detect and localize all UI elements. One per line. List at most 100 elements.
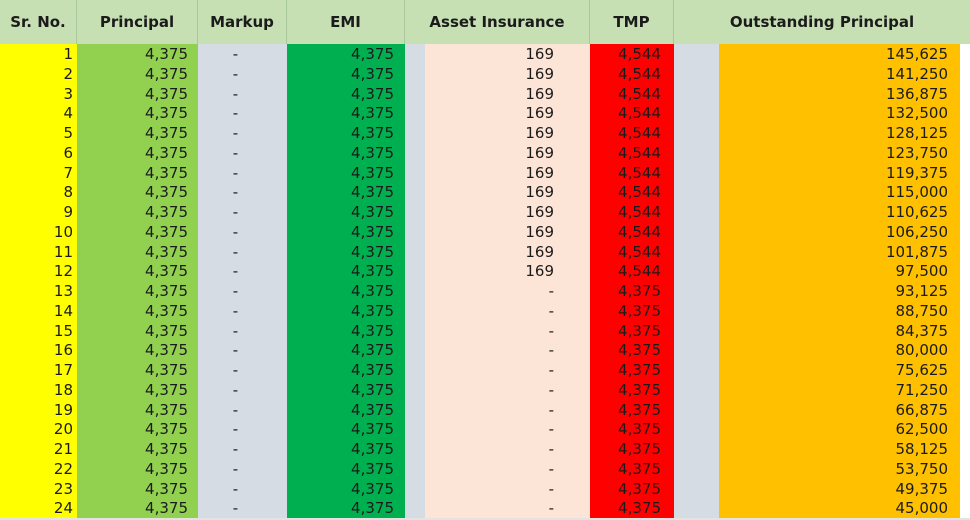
cell-tmp[interactable]: 4,544: [590, 64, 665, 84]
cell-emi[interactable]: 4,375: [287, 242, 398, 262]
cell-emi[interactable]: 4,375: [287, 222, 398, 242]
cell-principal[interactable]: 4,375: [77, 400, 192, 420]
cell-principal[interactable]: 4,375: [77, 459, 192, 479]
cell-outstanding-principal[interactable]: 110,625: [719, 202, 952, 222]
cell-outstanding-principal[interactable]: 119,375: [719, 163, 952, 183]
cell-markup[interactable]: -: [198, 301, 287, 321]
cell-markup[interactable]: -: [198, 360, 287, 380]
cell-markup[interactable]: -: [198, 400, 287, 420]
cell-asset-insurance[interactable]: -: [425, 498, 558, 518]
cell-outstanding-principal[interactable]: 88,750: [719, 301, 952, 321]
cell-emi[interactable]: 4,375: [287, 439, 398, 459]
cell-outstanding-principal[interactable]: 93,125: [719, 281, 952, 301]
cell-principal[interactable]: 4,375: [77, 261, 192, 281]
cell-principal[interactable]: 4,375: [77, 202, 192, 222]
cell-sr-no[interactable]: 2: [0, 64, 77, 84]
cell-markup[interactable]: -: [198, 321, 287, 341]
cell-tmp[interactable]: 4,544: [590, 202, 665, 222]
cell-principal[interactable]: 4,375: [77, 182, 192, 202]
header-principal[interactable]: Principal: [77, 0, 198, 44]
cell-principal[interactable]: 4,375: [77, 163, 192, 183]
cell-outstanding-principal[interactable]: 66,875: [719, 400, 952, 420]
cell-emi[interactable]: 4,375: [287, 163, 398, 183]
cell-emi[interactable]: 4,375: [287, 340, 398, 360]
cell-emi[interactable]: 4,375: [287, 103, 398, 123]
cell-sr-no[interactable]: 18: [0, 380, 77, 400]
cell-emi[interactable]: 4,375: [287, 84, 398, 104]
cell-sr-no[interactable]: 6: [0, 143, 77, 163]
cell-sr-no[interactable]: 11: [0, 242, 77, 262]
cell-principal[interactable]: 4,375: [77, 360, 192, 380]
cell-markup[interactable]: -: [198, 103, 287, 123]
cell-asset-insurance[interactable]: -: [425, 380, 558, 400]
cell-emi[interactable]: 4,375: [287, 281, 398, 301]
cell-tmp[interactable]: 4,544: [590, 222, 665, 242]
cell-sr-no[interactable]: 12: [0, 261, 77, 281]
cell-sr-no[interactable]: 8: [0, 182, 77, 202]
cell-markup[interactable]: -: [198, 261, 287, 281]
cell-outstanding-principal[interactable]: 115,000: [719, 182, 952, 202]
cell-emi[interactable]: 4,375: [287, 321, 398, 341]
cell-emi[interactable]: 4,375: [287, 261, 398, 281]
cell-sr-no[interactable]: 9: [0, 202, 77, 222]
cell-outstanding-principal[interactable]: 75,625: [719, 360, 952, 380]
cell-asset-insurance[interactable]: 169: [425, 84, 558, 104]
cell-principal[interactable]: 4,375: [77, 301, 192, 321]
cell-markup[interactable]: -: [198, 242, 287, 262]
cell-markup[interactable]: -: [198, 44, 287, 64]
cell-outstanding-principal[interactable]: 62,500: [719, 419, 952, 439]
cell-asset-insurance[interactable]: 169: [425, 242, 558, 262]
cell-principal[interactable]: 4,375: [77, 103, 192, 123]
header-markup[interactable]: Markup: [198, 0, 287, 44]
cell-asset-insurance[interactable]: -: [425, 419, 558, 439]
cell-principal[interactable]: 4,375: [77, 479, 192, 499]
cell-markup[interactable]: -: [198, 419, 287, 439]
cell-outstanding-principal[interactable]: 71,250: [719, 380, 952, 400]
cell-sr-no[interactable]: 5: [0, 123, 77, 143]
cell-asset-insurance[interactable]: -: [425, 360, 558, 380]
cell-sr-no[interactable]: 16: [0, 340, 77, 360]
cell-tmp[interactable]: 4,544: [590, 103, 665, 123]
cell-tmp[interactable]: 4,544: [590, 143, 665, 163]
cell-markup[interactable]: -: [198, 498, 287, 518]
cell-principal[interactable]: 4,375: [77, 498, 192, 518]
cell-principal[interactable]: 4,375: [77, 380, 192, 400]
cell-sr-no[interactable]: 23: [0, 479, 77, 499]
cell-outstanding-principal[interactable]: 101,875: [719, 242, 952, 262]
cell-outstanding-principal[interactable]: 106,250: [719, 222, 952, 242]
cell-outstanding-principal[interactable]: 53,750: [719, 459, 952, 479]
cell-emi[interactable]: 4,375: [287, 64, 398, 84]
cell-principal[interactable]: 4,375: [77, 64, 192, 84]
cell-sr-no[interactable]: 14: [0, 301, 77, 321]
cell-sr-no[interactable]: 20: [0, 419, 77, 439]
cell-outstanding-principal[interactable]: 132,500: [719, 103, 952, 123]
cell-asset-insurance[interactable]: 169: [425, 163, 558, 183]
cell-emi[interactable]: 4,375: [287, 459, 398, 479]
cell-asset-insurance[interactable]: 169: [425, 143, 558, 163]
cell-asset-insurance[interactable]: 169: [425, 44, 558, 64]
cell-outstanding-principal[interactable]: 45,000: [719, 498, 952, 518]
cell-asset-insurance[interactable]: 169: [425, 222, 558, 242]
cell-sr-no[interactable]: 3: [0, 84, 77, 104]
cell-sr-no[interactable]: 4: [0, 103, 77, 123]
cell-tmp[interactable]: 4,375: [590, 459, 665, 479]
cell-markup[interactable]: -: [198, 340, 287, 360]
cell-outstanding-principal[interactable]: 128,125: [719, 123, 952, 143]
cell-asset-insurance[interactable]: 169: [425, 123, 558, 143]
cell-principal[interactable]: 4,375: [77, 439, 192, 459]
cell-tmp[interactable]: 4,544: [590, 84, 665, 104]
cell-markup[interactable]: -: [198, 479, 287, 499]
cell-outstanding-principal[interactable]: 145,625: [719, 44, 952, 64]
cell-outstanding-principal[interactable]: 141,250: [719, 64, 952, 84]
cell-markup[interactable]: -: [198, 281, 287, 301]
cell-asset-insurance[interactable]: 169: [425, 103, 558, 123]
cell-emi[interactable]: 4,375: [287, 479, 398, 499]
cell-sr-no[interactable]: 15: [0, 321, 77, 341]
cell-sr-no[interactable]: 10: [0, 222, 77, 242]
cell-principal[interactable]: 4,375: [77, 321, 192, 341]
cell-asset-insurance[interactable]: -: [425, 400, 558, 420]
cell-asset-insurance[interactable]: 169: [425, 64, 558, 84]
cell-emi[interactable]: 4,375: [287, 380, 398, 400]
header-tmp[interactable]: TMP: [590, 0, 674, 44]
cell-asset-insurance[interactable]: -: [425, 321, 558, 341]
